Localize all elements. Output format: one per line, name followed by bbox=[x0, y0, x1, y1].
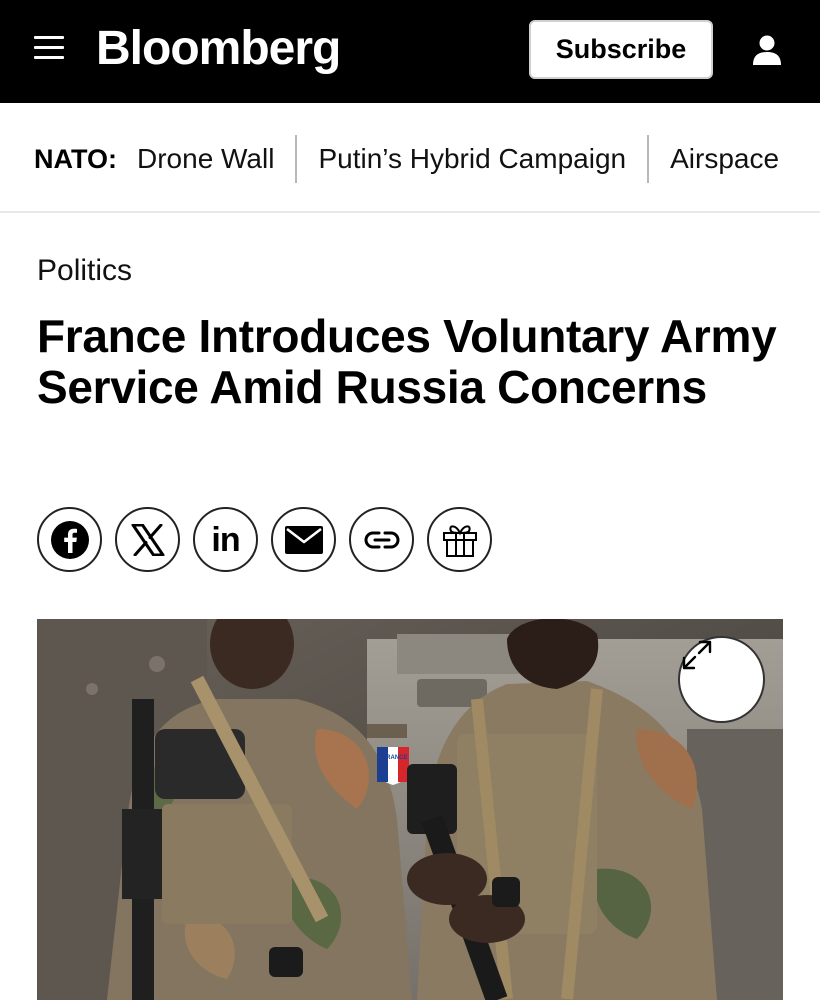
france-patch-text: FRANCE bbox=[383, 755, 408, 761]
linkedin-label: in bbox=[211, 520, 240, 559]
site-header: Bloomberg Subscribe bbox=[0, 0, 820, 103]
article-hero-photo[interactable]: FRANCE bbox=[37, 619, 783, 1000]
topic-link-hybrid-campaign[interactable]: Putin’s Hybrid Campaign bbox=[318, 143, 626, 175]
topic-divider bbox=[295, 135, 298, 183]
gift-icon[interactable] bbox=[427, 507, 492, 572]
share-bar: in bbox=[37, 507, 505, 572]
subscribe-button[interactable]: Subscribe bbox=[529, 20, 713, 79]
linkedin-icon[interactable]: in bbox=[193, 507, 258, 572]
topic-divider bbox=[647, 135, 650, 183]
article-headline: France Introduces Voluntary Army Service… bbox=[37, 310, 777, 413]
topic-bar: NATO: Drone Wall Putin’s Hybrid Campaign… bbox=[0, 103, 820, 213]
bloomberg-logo[interactable]: Bloomberg bbox=[96, 20, 341, 78]
x-icon[interactable] bbox=[115, 507, 180, 572]
hamburger-menu-icon[interactable] bbox=[34, 36, 64, 62]
user-icon[interactable] bbox=[749, 34, 785, 66]
expand-icon[interactable] bbox=[678, 636, 765, 723]
facebook-icon[interactable] bbox=[37, 507, 102, 572]
topic-link-airspace[interactable]: Airspace bbox=[670, 143, 779, 175]
soldiers-illustration: FRANCE bbox=[37, 619, 783, 1000]
email-icon[interactable] bbox=[271, 507, 336, 572]
section-label[interactable]: Politics bbox=[37, 254, 132, 288]
link-icon[interactable] bbox=[349, 507, 414, 572]
topic-prefix: NATO: bbox=[34, 143, 117, 174]
topic-link-drone-wall[interactable]: Drone Wall bbox=[137, 143, 274, 175]
